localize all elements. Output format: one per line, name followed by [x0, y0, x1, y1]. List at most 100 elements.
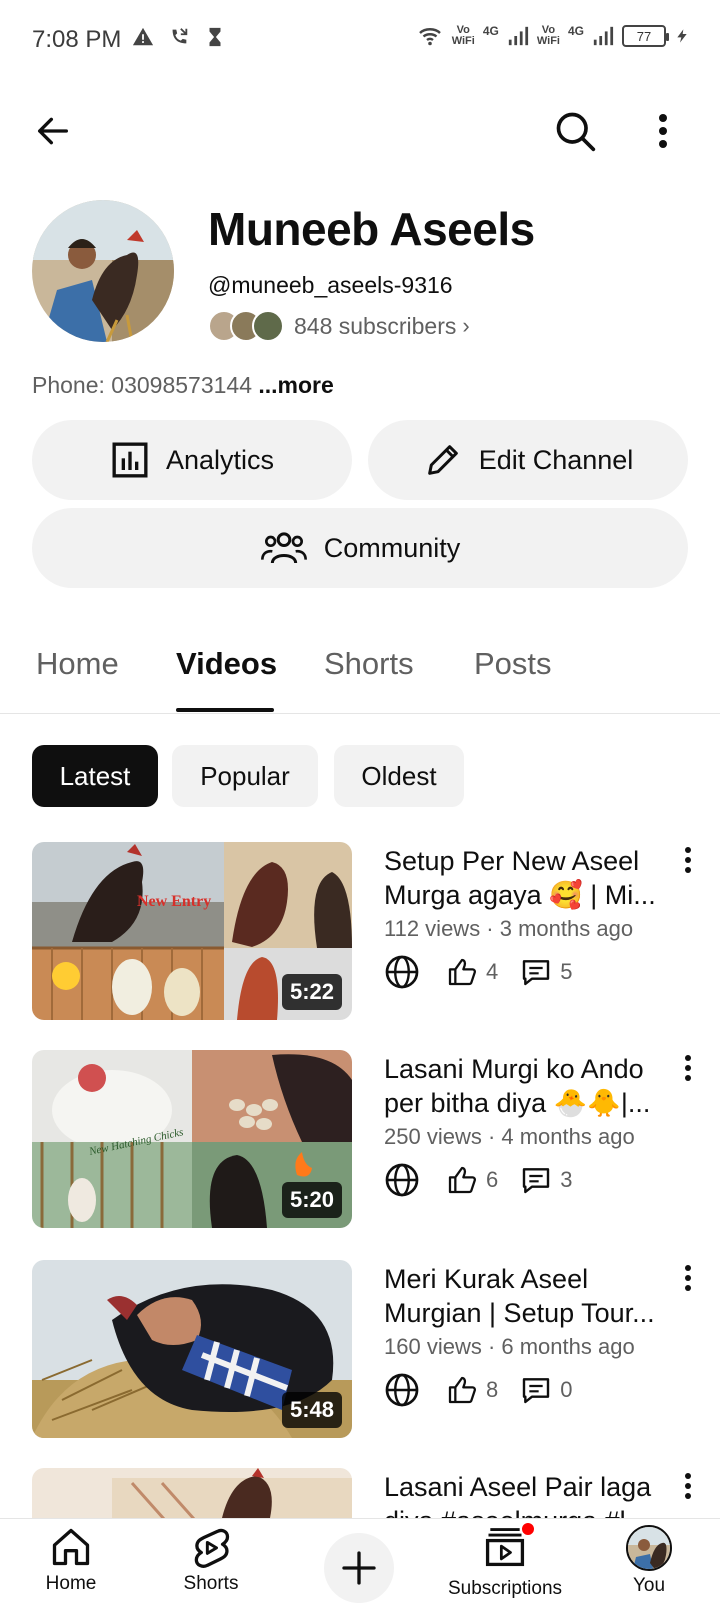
video-meta: 250 views · 4 months ago — [384, 1124, 635, 1149]
subscriber-avatars — [208, 310, 284, 342]
tab-posts[interactable]: Posts — [474, 646, 552, 682]
edit-channel-button[interactable]: Edit Channel — [368, 420, 688, 500]
search-button[interactable] — [550, 106, 600, 156]
network-type-1: 4G — [482, 24, 499, 38]
video-item[interactable]: 5:48 Meri Kurak Aseel Murgian | Setup To… — [0, 1260, 720, 1440]
nav-shorts-label: Shorts — [183, 1573, 239, 1594]
nav-you[interactable]: You — [584, 1525, 714, 1609]
chip-latest[interactable]: Latest — [32, 745, 158, 807]
channel-description[interactable]: Phone: 03098573144 ...more — [32, 372, 334, 399]
comment-count: 0 — [560, 1377, 573, 1402]
vowifi-label-2: Vo WiFi — [536, 24, 560, 47]
create-button[interactable] — [324, 1533, 394, 1603]
status-notification-icons — [132, 26, 226, 48]
video-more-button[interactable] — [676, 1472, 700, 1512]
video-item[interactable]: Lasani Aseel Pair laga diya #aseelmurga … — [0, 1468, 720, 1518]
nav-subscriptions[interactable]: Subscriptions — [430, 1521, 580, 1609]
avatar — [626, 1525, 672, 1571]
edit-channel-label: Edit Channel — [478, 444, 634, 475]
comment-count: 3 — [560, 1167, 573, 1192]
video-title[interactable]: Setup Per New Aseel Murga agaya 🥰 | Mi..… — [384, 844, 664, 912]
more-link[interactable]: ...more — [258, 372, 333, 398]
nav-shorts[interactable]: Shorts — [146, 1525, 276, 1609]
globe-icon — [385, 1373, 419, 1407]
chip-popular[interactable]: Popular — [172, 745, 318, 807]
more-vert-icon — [685, 1265, 691, 1291]
comment-icon — [523, 960, 550, 986]
community-button[interactable]: Community — [32, 508, 688, 588]
pencil-icon — [427, 445, 458, 475]
description-text: Phone: 03098573144 — [32, 372, 252, 398]
active-tab-indicator — [176, 708, 274, 712]
video-title[interactable]: Lasani Murgi ko Ando per bitha diya 🐣🐥|.… — [384, 1052, 664, 1120]
app-bar — [0, 90, 720, 166]
channel-avatar[interactable] — [32, 200, 174, 342]
vowifi-label-1: Vo WiFi — [451, 24, 475, 47]
more-vert-icon — [685, 847, 691, 873]
video-meta: 112 views · 3 months ago — [384, 916, 634, 941]
channel-handle: @muneeb_aseels-9316 — [208, 272, 453, 298]
channel-avatar-image — [32, 200, 174, 342]
subscriber-count: 848 subscribers — [294, 312, 457, 339]
status-time: 7:08 PM — [32, 26, 122, 53]
video-duration: 5:20 — [281, 1182, 342, 1218]
thumbs-up-icon — [448, 1166, 476, 1194]
shorts-icon — [194, 1528, 230, 1568]
tab-shorts[interactable]: Shorts — [324, 646, 414, 682]
video-more-button[interactable] — [676, 846, 700, 886]
you-avatar-image — [628, 1527, 670, 1569]
community-label: Community — [323, 532, 461, 563]
network-type-2: 4G — [567, 24, 584, 38]
status-system-icons: Vo WiFi 4G Vo WiFi 4G 77 — [416, 24, 690, 48]
video-title[interactable]: Lasani Aseel Pair laga diya #aseelmurga … — [384, 1470, 664, 1518]
comment-icon — [523, 1378, 550, 1404]
analytics-button[interactable]: Analytics — [32, 420, 352, 500]
chevron-right-icon: › — [462, 313, 470, 338]
video-title[interactable]: Meri Kurak Aseel Murgian | Setup Tour... — [384, 1262, 664, 1330]
video-duration: 5:22 — [281, 974, 342, 1010]
bottom-navigation: Home Shorts Subscriptions You — [0, 1518, 720, 1612]
channel-tabs: Home Videos Shorts Posts — [0, 630, 720, 714]
thumbnail-image — [32, 1468, 352, 1518]
analytics-label: Analytics — [165, 444, 275, 475]
battery-level: 77 — [636, 28, 652, 44]
charging-bolt-icon — [677, 29, 687, 43]
more-options-button[interactable] — [648, 106, 678, 156]
video-stats: 4 5 — [384, 954, 573, 990]
battery-icon: 77 — [622, 25, 669, 47]
nav-home[interactable]: Home — [6, 1525, 136, 1609]
video-thumbnail[interactable]: New Entry 5:22 — [32, 842, 352, 1020]
video-more-button[interactable] — [676, 1264, 700, 1304]
more-vert-icon — [659, 114, 667, 148]
search-icon — [556, 112, 596, 152]
video-thumbnail[interactable] — [32, 1468, 352, 1518]
analytics-icon — [112, 442, 148, 478]
like-count: 4 — [486, 959, 499, 984]
video-duration: 5:48 — [281, 1392, 342, 1428]
signal-icon-1 — [508, 26, 528, 46]
chip-oldest[interactable]: Oldest — [334, 745, 464, 807]
subscribers-link[interactable]: 848 subscribers › — [208, 310, 470, 342]
subscriber-avatar — [252, 310, 284, 342]
comment-icon — [523, 1168, 550, 1194]
signal-icon-2 — [593, 26, 614, 46]
back-button[interactable] — [28, 106, 78, 156]
like-count: 6 — [486, 1167, 499, 1192]
warning-icon — [132, 27, 154, 46]
video-stats: 8 0 — [384, 1372, 573, 1408]
home-icon — [52, 1528, 90, 1566]
channel-name: Muneeb Aseels — [208, 203, 535, 255]
video-more-button[interactable] — [676, 1054, 700, 1094]
globe-icon — [385, 1163, 419, 1197]
tab-videos[interactable]: Videos — [176, 646, 277, 682]
video-thumbnail[interactable]: New Hatching Chicks 5:20 — [32, 1050, 352, 1228]
thumbs-up-icon — [448, 1376, 476, 1404]
video-thumbnail[interactable]: 5:48 — [32, 1260, 352, 1438]
hourglass-icon — [209, 27, 221, 47]
tab-home[interactable]: Home — [36, 646, 119, 682]
more-vert-icon — [685, 1473, 691, 1499]
video-item[interactable]: New Entry 5:22 Setup Per New Aseel Murga… — [0, 842, 720, 1022]
like-count: 8 — [486, 1377, 499, 1402]
video-item[interactable]: New Hatching Chicks 5:20 Lasani Murgi ko… — [0, 1050, 720, 1230]
people-icon — [260, 532, 307, 564]
